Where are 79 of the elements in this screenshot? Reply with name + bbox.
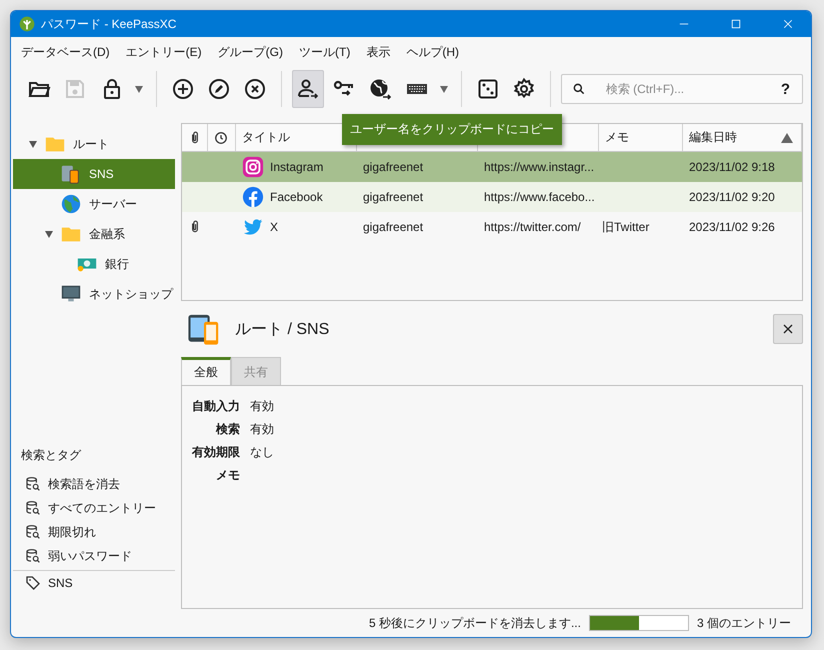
app-logo-icon — [19, 16, 35, 32]
database-search-icon — [25, 476, 41, 492]
devices-icon — [187, 312, 221, 346]
tree-item[interactable]: ルート — [13, 129, 175, 159]
tree-item[interactable]: SNS — [13, 159, 175, 189]
table-cell[interactable]: Facebook — [270, 190, 323, 204]
field-label: メモ — [215, 467, 240, 484]
database-search-icon — [25, 548, 41, 564]
field-label: 自動入力 — [192, 398, 240, 415]
add-icon — [170, 77, 195, 101]
help-button[interactable]: ? — [780, 80, 790, 98]
saved-search-item[interactable]: 弱いパスワード — [13, 544, 175, 568]
menu-item[interactable]: データベース(D) — [13, 42, 118, 62]
tag-item[interactable]: SNS — [13, 571, 175, 595]
dice-icon — [476, 77, 500, 101]
menu-item[interactable]: グループ(G) — [210, 42, 291, 62]
clock-icon — [214, 130, 228, 144]
table-cell[interactable]: 2023/11/02 9:26 — [689, 220, 775, 234]
tab[interactable]: 全般 — [181, 357, 231, 386]
close-icon — [782, 323, 794, 335]
search-icon — [572, 82, 586, 96]
field-value: 有効 — [250, 398, 275, 415]
saved-search-item[interactable]: すべてのエントリー — [13, 496, 175, 520]
table-cell[interactable]: gigafreenet — [363, 160, 424, 174]
expand-arrow-icon[interactable] — [45, 230, 53, 238]
camera-icon — [242, 156, 264, 178]
database-search-icon — [25, 524, 41, 540]
tree-item[interactable]: 金融系 — [13, 219, 175, 249]
expand-arrow-icon[interactable] — [29, 140, 37, 148]
table-row[interactable]: X gigafreenet https://twitter.com/ 旧Twitter 2023/11/02 9:26 — [182, 212, 802, 242]
table-cell[interactable]: https://www.facebo... — [484, 190, 595, 204]
menu-item[interactable]: ヘルプ(H) — [398, 42, 467, 62]
table-cell[interactable]: X — [270, 220, 278, 234]
saved-search-item[interactable]: 検索語を消去 — [13, 472, 175, 496]
settings-icon — [512, 77, 536, 101]
entry-count: 3 個のエントリー — [696, 614, 791, 632]
saved-search-item[interactable]: 期限切れ — [13, 520, 175, 544]
devices-icon — [60, 163, 82, 185]
column-header[interactable]: メモ — [599, 124, 683, 151]
search-field[interactable]: 検索 (Ctrl+F)... ? — [560, 74, 803, 104]
field-label: 検索 — [214, 421, 240, 438]
tree-item[interactable]: サーバー — [13, 189, 175, 219]
table-cell[interactable]: https://www.instagr... — [484, 160, 594, 174]
delete-icon — [242, 77, 267, 101]
user-copy-button[interactable] — [292, 70, 324, 108]
tree-item[interactable]: 銀行 — [13, 249, 175, 279]
globe-icon — [60, 193, 82, 215]
table-row[interactable]: Facebook gigafreenet https://www.facebo... 2023/11/02 9:20 — [182, 182, 802, 212]
tree-item[interactable]: ネットショップ — [13, 279, 175, 309]
table-cell[interactable]: 旧Twitter — [602, 218, 650, 236]
table-cell[interactable]: gigafreenet — [363, 190, 424, 204]
close-icon — [783, 19, 793, 29]
menu-item[interactable]: 表示 — [358, 42, 398, 62]
table-cell[interactable]: 2023/11/02 9:18 — [689, 160, 775, 174]
user-copy-icon — [296, 77, 320, 101]
maximize-icon — [731, 19, 741, 29]
table-cell[interactable]: Instagram — [270, 160, 324, 174]
menu-item[interactable]: ツール(T) — [291, 42, 358, 62]
window-title: パスワード - KeePassXC — [41, 16, 178, 32]
field-value: 有効 — [250, 421, 275, 438]
database-search-icon — [25, 500, 41, 516]
dropdown-arrow-icon[interactable] — [440, 86, 448, 92]
table-cell[interactable]: 2023/11/02 9:20 — [689, 190, 775, 204]
section-title: 検索とタグ — [20, 447, 82, 464]
status-message: 5 秒後にクリップボードを消去します... — [368, 614, 581, 632]
entry-path: ルート / SNS — [235, 320, 330, 340]
tooltip: ユーザー名をクリップボードにコピー — [342, 114, 562, 145]
close-button[interactable] — [773, 314, 803, 344]
field-value: なし — [250, 444, 275, 461]
field-label: 有効期限 — [192, 444, 240, 461]
tag-icon — [25, 575, 41, 591]
table-cell[interactable]: https://twitter.com/ — [484, 220, 581, 234]
table-row[interactable]: Instagram gigafreenet https://www.instagr... 2023/11/02 9:18 — [182, 152, 802, 182]
globe-icon — [368, 77, 392, 101]
dropdown-arrow-icon[interactable] — [134, 86, 143, 92]
menu-item[interactable]: エントリー(E) — [118, 42, 210, 62]
table-cell[interactable]: gigafreenet — [363, 220, 424, 234]
edit-icon — [206, 77, 231, 101]
f-logo-icon — [242, 186, 264, 208]
